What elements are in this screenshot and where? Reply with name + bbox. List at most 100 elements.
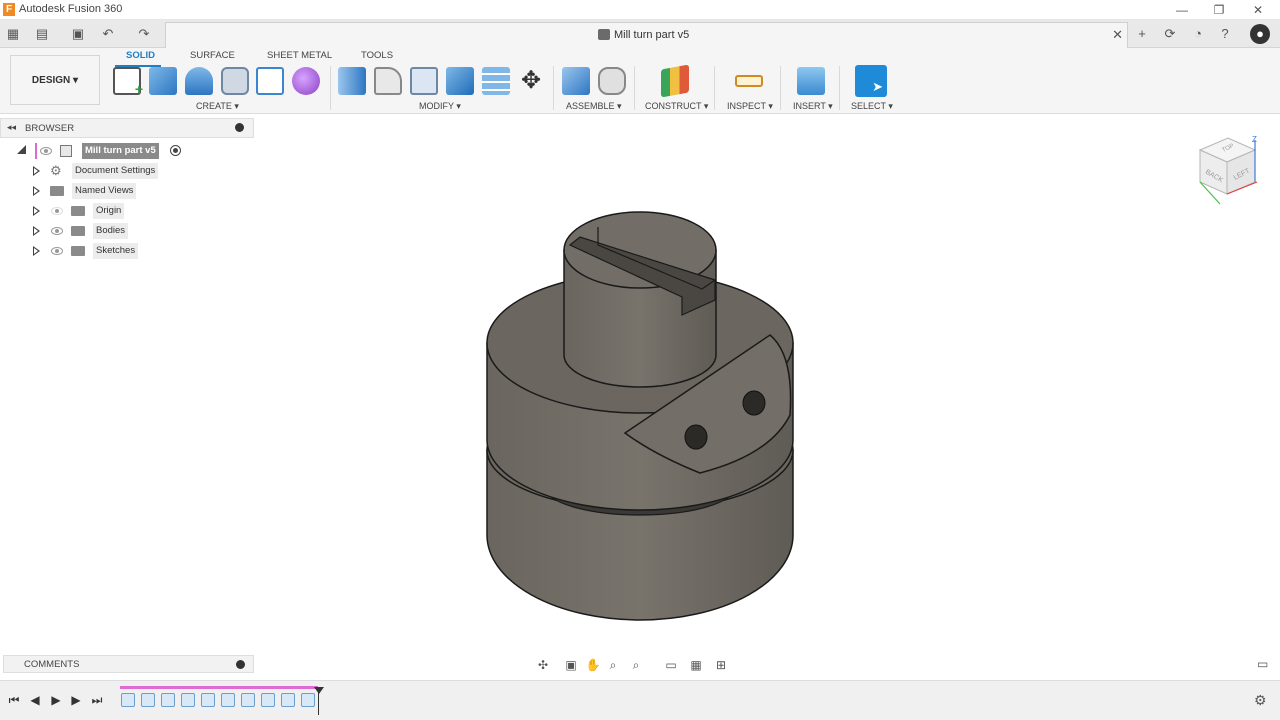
timeline-extrude-feature[interactable] <box>221 693 235 707</box>
create-sketch-icon[interactable]: + <box>113 67 143 97</box>
file-menu-icon[interactable]: ▤ <box>32 24 52 44</box>
modify-group-label[interactable]: MODIFY ▾ <box>419 101 461 112</box>
create-group-label[interactable]: CREATE ▾ <box>196 101 239 112</box>
timeline-thread-feature[interactable] <box>281 693 295 707</box>
tree-item-origin[interactable]: Origin <box>32 203 252 219</box>
tree-root[interactable]: Mill turn part v5 <box>15 143 255 159</box>
timeline-play-icon[interactable]: ▶ <box>48 692 64 708</box>
visibility-eye-icon[interactable] <box>51 247 63 255</box>
tree-item-sketches[interactable]: Sketches <box>32 243 252 259</box>
close-window-icon[interactable]: ✕ <box>1248 2 1268 18</box>
timeline-start-icon[interactable]: ⏮ <box>6 692 22 708</box>
zoom-icon[interactable]: ⌕ <box>605 657 621 673</box>
construct-group-label[interactable]: CONSTRUCT ▾ <box>645 101 708 112</box>
timeline-thread-feature[interactable] <box>301 693 315 707</box>
grid-settings-icon[interactable]: ▦ <box>688 657 704 673</box>
joint-icon[interactable] <box>598 67 626 95</box>
expand-icon[interactable] <box>33 206 40 216</box>
notifications-icon[interactable]: ◔ <box>1188 24 1208 44</box>
hidden-eye-icon[interactable] <box>51 207 63 215</box>
redo-icon[interactable]: ↷ <box>134 24 154 44</box>
tab-solid[interactable]: SOLID <box>126 50 155 61</box>
insert-image-icon[interactable] <box>797 67 825 95</box>
job-status-icon[interactable]: ⟳ <box>1160 24 1180 44</box>
timeline-extrude-feature[interactable] <box>181 693 195 707</box>
document-tab[interactable]: Mill turn part v5 ✕ <box>165 22 1128 48</box>
timeline-settings-gear-icon[interactable]: ⚙ <box>1254 692 1267 709</box>
inspect-group-label[interactable]: INSPECT ▾ <box>727 101 773 112</box>
press-pull-icon[interactable] <box>338 67 366 95</box>
browser-panel-header[interactable]: ◂◂ BROWSER <box>0 118 254 138</box>
tree-item-document-settings[interactable]: ⚙ Document Settings <box>32 163 252 179</box>
timeline-marker[interactable] <box>314 687 324 694</box>
model-viewport[interactable] <box>470 205 810 625</box>
look-at-icon[interactable]: ▣ <box>563 657 579 673</box>
move-icon[interactable]: ✥ <box>517 67 545 95</box>
chat-icon[interactable]: ▭ <box>1257 657 1268 671</box>
expand-icon[interactable] <box>33 246 40 256</box>
split-body-icon[interactable] <box>482 67 510 95</box>
timeline-prev-icon[interactable]: ◀ <box>27 692 43 708</box>
restore-icon[interactable]: ❐ <box>1209 2 1229 18</box>
shell-icon[interactable] <box>410 67 438 95</box>
tree-item-label: Bodies <box>93 223 129 239</box>
save-icon[interactable]: ▣ <box>68 24 88 44</box>
timeline-sketch-feature[interactable] <box>161 693 175 707</box>
collapse-icon[interactable] <box>17 145 26 154</box>
activate-radio-icon[interactable] <box>170 145 181 156</box>
combine-icon[interactable] <box>446 67 474 95</box>
select-group-label[interactable]: SELECT ▾ <box>851 101 893 112</box>
new-tab-icon[interactable]: + <box>1132 24 1152 44</box>
timeline-next-icon[interactable]: ▶ <box>68 692 84 708</box>
minimize-icon[interactable]: — <box>1172 2 1192 18</box>
fit-icon[interactable]: ⌕ <box>628 657 644 673</box>
visibility-eye-icon[interactable] <box>40 147 52 155</box>
insert-group-label[interactable]: INSERT ▾ <box>793 101 833 112</box>
revolve-icon[interactable] <box>185 67 213 95</box>
close-tab-icon[interactable]: ✕ <box>1112 27 1123 43</box>
timeline-revolve-feature[interactable] <box>141 693 155 707</box>
tree-item-label: Named Views <box>72 183 137 199</box>
timeline-sketch-feature[interactable] <box>241 693 255 707</box>
collapse-panel-icon[interactable]: ◂◂ <box>7 122 16 133</box>
fillet-icon[interactable] <box>374 67 402 95</box>
undo-icon[interactable]: ↶ <box>98 24 118 44</box>
tab-surface[interactable]: SURFACE <box>190 50 235 61</box>
help-icon[interactable]: ? <box>1215 24 1235 44</box>
measure-icon[interactable] <box>735 75 763 87</box>
timeline-sketch-feature[interactable] <box>121 693 135 707</box>
expand-icon[interactable] <box>33 186 40 196</box>
tab-sheet-metal[interactable]: SHEET METAL <box>267 50 332 61</box>
top-boss[interactable] <box>563 211 717 388</box>
timeline-end-icon[interactable]: ⏭ <box>89 692 105 708</box>
timeline-hole-feature[interactable] <box>261 693 275 707</box>
tree-item-bodies[interactable]: Bodies <box>32 223 252 239</box>
tab-tools[interactable]: TOOLS <box>361 50 393 61</box>
expand-icon[interactable] <box>33 166 40 176</box>
offset-plane-icon[interactable] <box>661 64 689 98</box>
add-comment-icon[interactable] <box>236 660 245 669</box>
extrude-icon[interactable] <box>149 67 177 95</box>
tree-item-label: Origin <box>93 203 125 219</box>
viewcube[interactable]: TOP BACK LEFT Z <box>1195 130 1265 210</box>
comments-panel[interactable]: COMMENTS <box>3 655 254 673</box>
pan-icon[interactable]: ✋ <box>585 657 601 673</box>
root-component-label[interactable]: Mill turn part v5 <box>82 143 159 159</box>
pattern-icon[interactable] <box>256 67 284 95</box>
create-form-icon[interactable] <box>292 67 320 95</box>
avatar[interactable]: ● <box>1250 24 1270 44</box>
visibility-eye-icon[interactable] <box>51 227 63 235</box>
expand-icon[interactable] <box>33 226 40 236</box>
display-settings-icon[interactable]: ▭ <box>663 657 679 673</box>
new-component-icon[interactable] <box>562 67 590 95</box>
hole-icon[interactable] <box>221 67 249 95</box>
tree-item-named-views[interactable]: Named Views <box>32 183 252 199</box>
panel-options-icon[interactable] <box>235 123 244 132</box>
workspace-dropdown[interactable]: DESIGN ▾ <box>10 55 100 105</box>
timeline-sketch-feature[interactable] <box>201 693 215 707</box>
orbit-icon[interactable]: ✣ <box>535 657 551 673</box>
viewports-icon[interactable]: ⊞ <box>713 657 729 673</box>
app-grid-icon[interactable]: ▦ <box>3 24 23 44</box>
select-icon[interactable]: ➤ <box>855 65 887 97</box>
assemble-group-label[interactable]: ASSEMBLE ▾ <box>566 101 622 112</box>
